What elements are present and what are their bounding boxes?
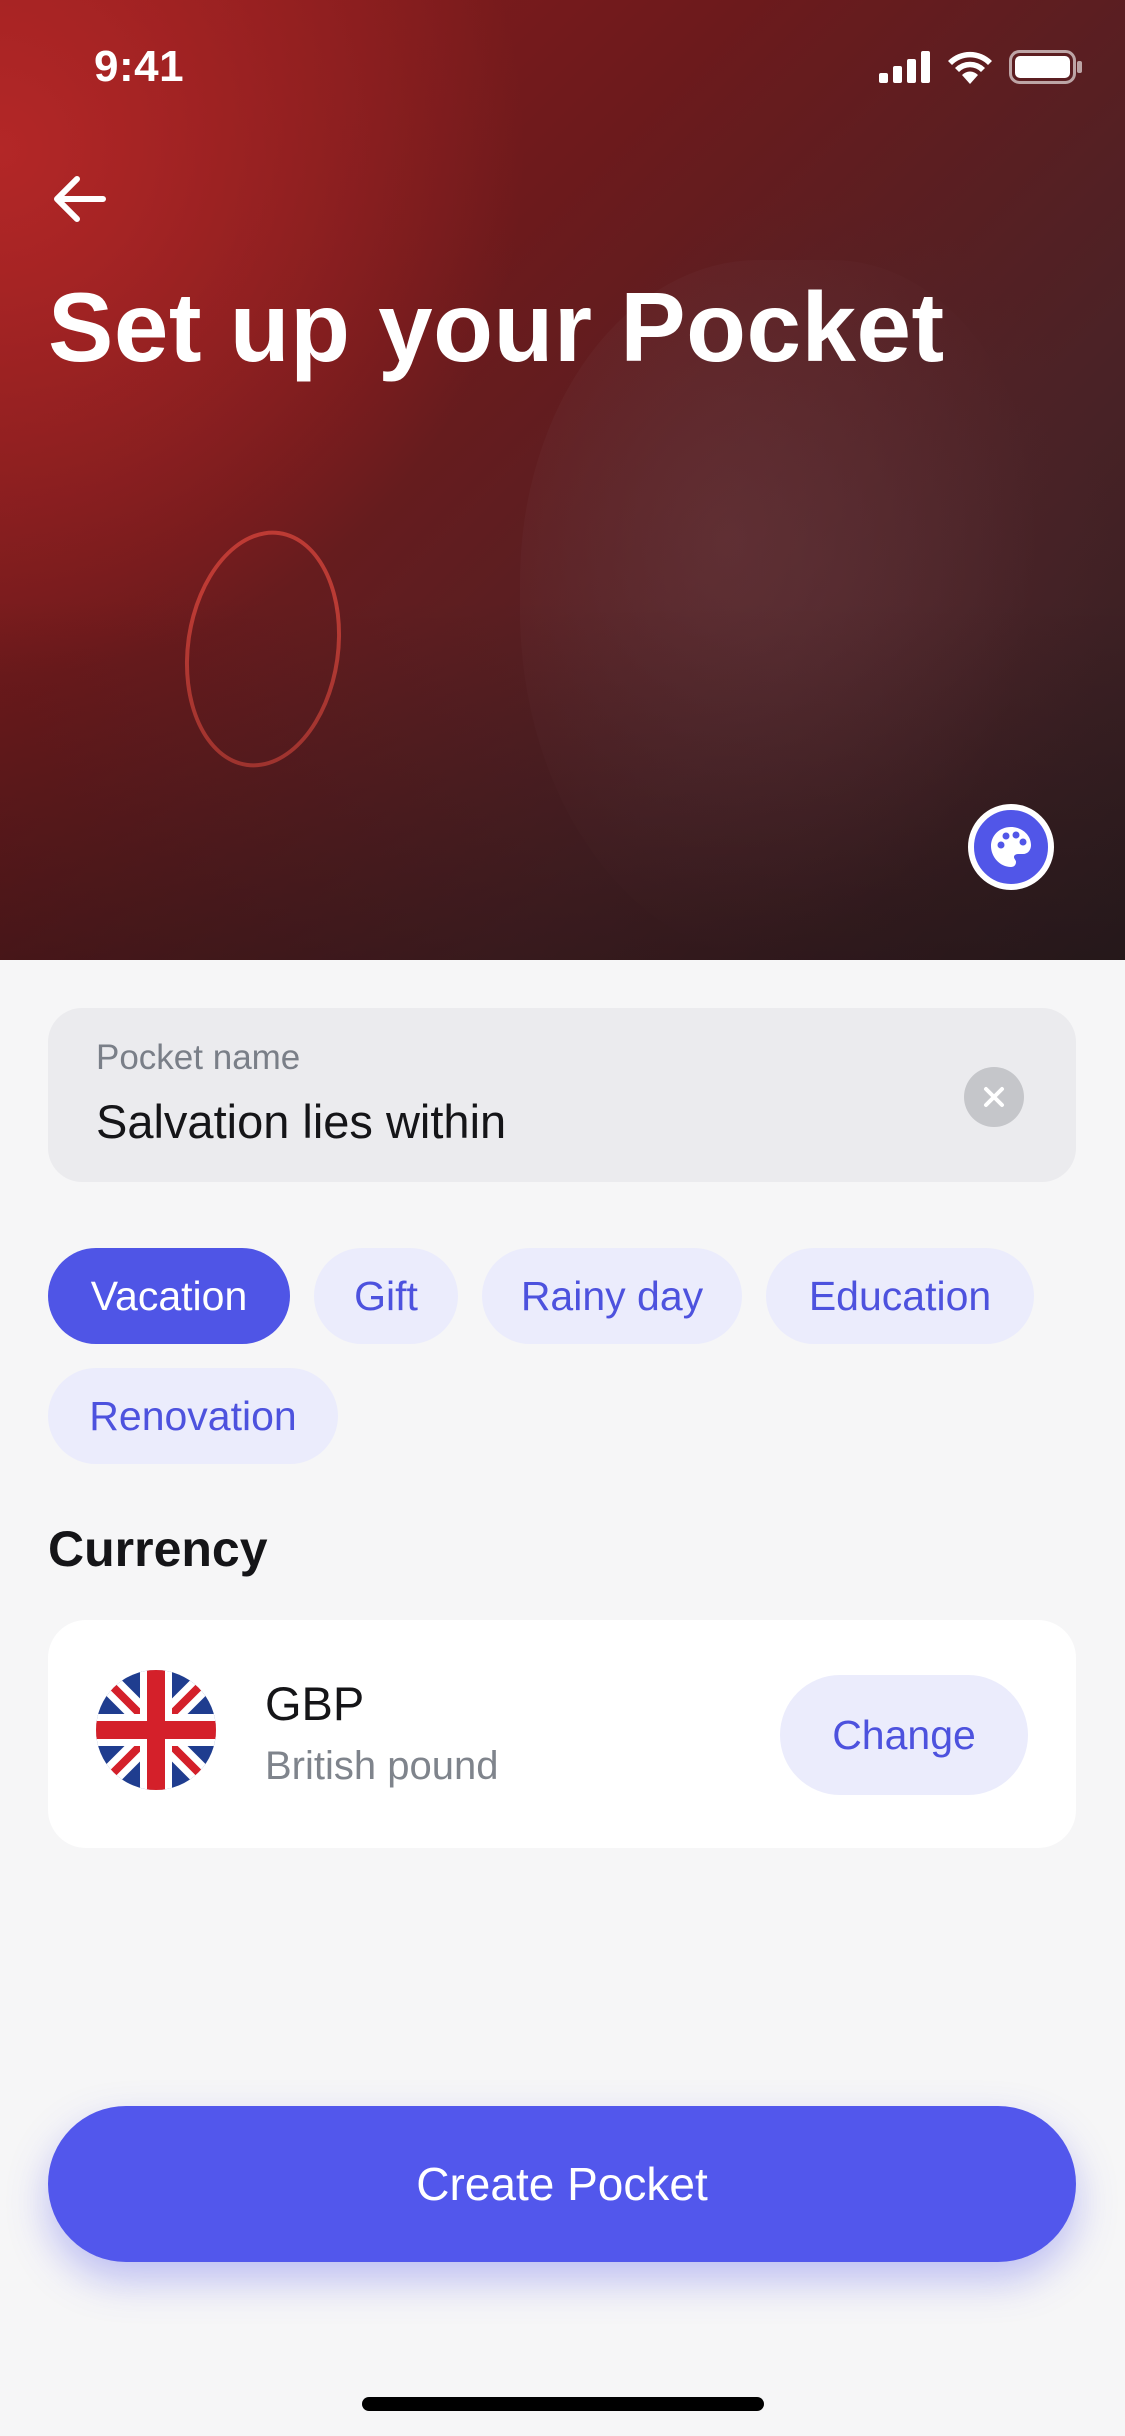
currency-name: British pound — [265, 1744, 499, 1788]
back-button[interactable] — [44, 164, 114, 234]
page-title: Set up your Pocket — [48, 272, 945, 382]
pocket-name-input[interactable] — [96, 1094, 956, 1149]
chip-rainy-day[interactable]: Rainy day — [482, 1248, 742, 1344]
battery-icon — [1009, 50, 1082, 84]
close-icon — [984, 1087, 1004, 1107]
home-indicator[interactable] — [362, 2397, 764, 2411]
status-icons — [879, 50, 1083, 84]
create-pocket-button[interactable]: Create Pocket — [48, 2106, 1076, 2262]
pocket-name-label: Pocket name — [96, 1038, 301, 1077]
palette-icon — [991, 827, 1031, 867]
clear-input-button[interactable] — [964, 1067, 1024, 1127]
uk-flag-icon — [96, 1670, 216, 1790]
chip-gift[interactable]: Gift — [314, 1248, 458, 1344]
status-bar: 9:41 — [0, 0, 1125, 135]
hero-banner — [0, 0, 1125, 960]
hero-shade — [0, 600, 1125, 960]
chip-renovation[interactable]: Renovation — [48, 1368, 338, 1464]
currency-section-title: Currency — [48, 1521, 268, 1577]
wifi-icon — [948, 51, 992, 84]
status-time: 9:41 — [94, 42, 185, 91]
chip-vacation[interactable]: Vacation — [48, 1248, 290, 1344]
cellular-signal-icon — [879, 51, 930, 83]
currency-code: GBP — [265, 1677, 365, 1730]
pocket-name-field[interactable]: Pocket name — [48, 1008, 1076, 1182]
currency-card: GBP British pound Change — [48, 1620, 1076, 1848]
chip-education[interactable]: Education — [766, 1248, 1034, 1344]
change-currency-button[interactable]: Change — [780, 1675, 1028, 1795]
arrow-left-icon — [54, 176, 106, 222]
change-cover-button[interactable] — [968, 804, 1054, 890]
